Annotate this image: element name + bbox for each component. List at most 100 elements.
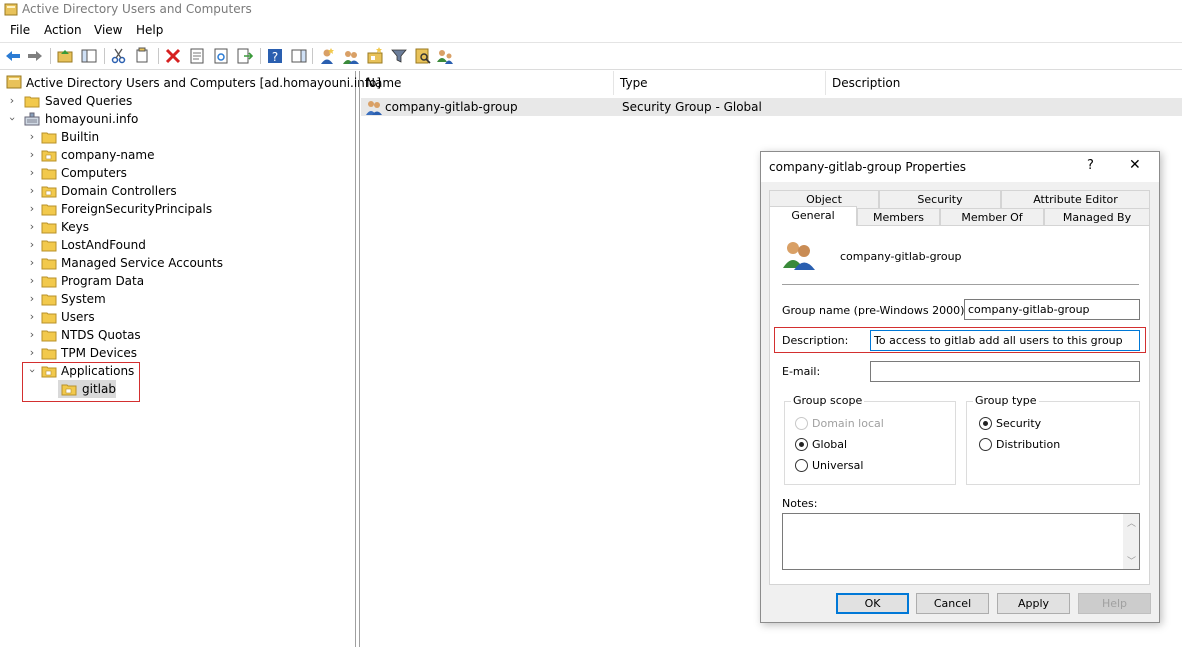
tree-item[interactable]: › Program Data <box>24 272 344 290</box>
scroll-down-icon[interactable]: ﹀ <box>1127 554 1136 567</box>
tree-item[interactable]: › Users <box>24 308 344 326</box>
tree-item-gitlab[interactable]: gitlab <box>58 380 138 398</box>
tree-item[interactable]: › NTDS Quotas <box>24 326 344 344</box>
chevron-right-icon[interactable]: › <box>26 308 38 326</box>
column-header-type[interactable]: Type <box>614 71 826 95</box>
ad-users-computers-icon <box>6 75 22 89</box>
radio-label: Distribution <box>996 438 1061 451</box>
dialog-close-button[interactable]: ✕ <box>1129 157 1141 173</box>
domain-icon <box>24 112 40 126</box>
group-icon <box>783 242 815 270</box>
notes-scrollbar[interactable]: ︿ ﹀ <box>1123 514 1139 569</box>
properties-dialog[interactable]: company-gitlab-group Properties ? ✕ Obje… <box>760 151 1160 623</box>
help-button[interactable]: Help <box>1078 593 1151 614</box>
chevron-down-icon[interactable]: › <box>23 365 41 377</box>
chevron-right-icon[interactable]: › <box>26 254 38 272</box>
new-ou-icon[interactable] <box>366 47 384 65</box>
chevron-right-icon[interactable]: › <box>26 128 38 146</box>
folder-icon <box>41 168 57 180</box>
tree-item-label: NTDS Quotas <box>61 328 141 342</box>
add-to-group-icon[interactable] <box>436 47 454 65</box>
group-name-field[interactable]: company-gitlab-group <box>964 299 1140 320</box>
new-group-icon[interactable] <box>342 47 360 65</box>
delete-icon[interactable] <box>164 47 182 65</box>
row-type: Security Group - Global <box>622 100 762 114</box>
table-row[interactable]: company-gitlab-group Security Group - Gl… <box>361 98 1182 116</box>
tree-item[interactable]: › LostAndFound <box>24 236 344 254</box>
tree-item-label: System <box>61 292 106 306</box>
tree-item-applications[interactable]: › Applications <box>24 362 324 380</box>
find-icon[interactable] <box>414 47 432 65</box>
chevron-right-icon[interactable]: › <box>6 92 18 110</box>
chevron-right-icon[interactable]: › <box>26 218 38 236</box>
forward-arrow-icon[interactable] <box>26 47 44 65</box>
chevron-right-icon[interactable]: › <box>26 146 38 164</box>
divider <box>782 284 1139 285</box>
tree-item[interactable]: › ForeignSecurityPrincipals <box>24 200 344 218</box>
menu-action[interactable]: Action <box>42 23 84 37</box>
tree-item[interactable]: › Managed Service Accounts <box>24 254 344 272</box>
tree-item-label: Computers <box>61 166 127 180</box>
ok-button[interactable]: OK <box>836 593 909 614</box>
tree-item[interactable]: › Computers <box>24 164 344 182</box>
tree-item[interactable]: › System <box>24 290 344 308</box>
tree-root-label: Active Directory Users and Computers [ad… <box>26 76 382 90</box>
chevron-right-icon[interactable]: › <box>26 164 38 182</box>
tree-item-label: gitlab <box>82 382 116 396</box>
filter-icon[interactable] <box>390 47 408 65</box>
chevron-right-icon[interactable]: › <box>26 200 38 218</box>
tab-managed-by[interactable]: Managed By <box>1044 208 1150 226</box>
new-user-icon[interactable] <box>318 47 336 65</box>
tree-root[interactable]: Active Directory Users and Computers [ad… <box>4 74 381 92</box>
tree-item-domain[interactable]: › homayouni.info <box>4 110 354 128</box>
chevron-right-icon[interactable]: › <box>26 182 38 200</box>
back-arrow-icon[interactable] <box>4 47 22 65</box>
menu-file[interactable]: File <box>8 23 32 37</box>
folder-icon <box>41 276 57 288</box>
tab-attribute-editor[interactable]: Attribute Editor <box>1001 190 1150 208</box>
action-pane-icon[interactable] <box>290 47 308 65</box>
scroll-up-icon[interactable]: ︿ <box>1127 516 1136 529</box>
radio-button-icon <box>979 438 992 451</box>
folder-icon <box>41 330 57 342</box>
folder-icon <box>41 348 57 360</box>
dialog-help-button[interactable]: ? <box>1087 158 1094 173</box>
tree-item-label: TPM Devices <box>61 346 138 360</box>
description-label: Description: <box>782 334 849 347</box>
help-icon[interactable]: ? <box>266 47 284 65</box>
apply-button[interactable]: Apply <box>997 593 1070 614</box>
show-hide-console-tree-icon[interactable] <box>80 47 98 65</box>
chevron-right-icon[interactable]: › <box>26 290 38 308</box>
email-field[interactable] <box>870 361 1140 382</box>
refresh-icon[interactable] <box>212 47 230 65</box>
tree-item[interactable]: › TPM Devices <box>24 344 344 362</box>
tree-item[interactable]: › Builtin <box>24 128 344 146</box>
column-header-description[interactable]: Description <box>826 71 1182 95</box>
chevron-right-icon[interactable]: › <box>26 236 38 254</box>
chevron-down-icon[interactable]: › <box>3 113 21 125</box>
tab-general[interactable]: General <box>769 206 857 226</box>
chevron-right-icon[interactable]: › <box>26 272 38 290</box>
folder-icon <box>41 222 57 234</box>
tree-item-saved-queries[interactable]: › Saved Queries <box>4 92 354 110</box>
column-header-name[interactable]: Name <box>360 71 614 95</box>
up-folder-icon[interactable] <box>56 47 74 65</box>
copy-icon[interactable] <box>134 47 152 65</box>
chevron-right-icon[interactable]: › <box>26 344 38 362</box>
tab-security[interactable]: Security <box>879 190 1001 208</box>
cut-icon[interactable] <box>110 47 128 65</box>
chevron-right-icon[interactable]: › <box>26 326 38 344</box>
tree-item[interactable]: › company-name <box>24 146 344 164</box>
tab-member-of[interactable]: Member Of <box>940 208 1044 226</box>
description-field[interactable]: To access to gitlab add all users to thi… <box>870 330 1140 351</box>
menu-help[interactable]: Help <box>134 23 165 37</box>
menu-view[interactable]: View <box>92 23 124 37</box>
tree-item[interactable]: › Keys <box>24 218 344 236</box>
console-tree[interactable]: Active Directory Users and Computers [ad… <box>0 71 381 647</box>
export-list-icon[interactable] <box>236 47 254 65</box>
tree-item[interactable]: › Domain Controllers <box>24 182 344 200</box>
cancel-button[interactable]: Cancel <box>916 593 989 614</box>
tab-members[interactable]: Members <box>857 208 940 226</box>
properties-icon[interactable] <box>188 47 206 65</box>
notes-textarea[interactable]: ︿ ﹀ <box>782 513 1140 570</box>
